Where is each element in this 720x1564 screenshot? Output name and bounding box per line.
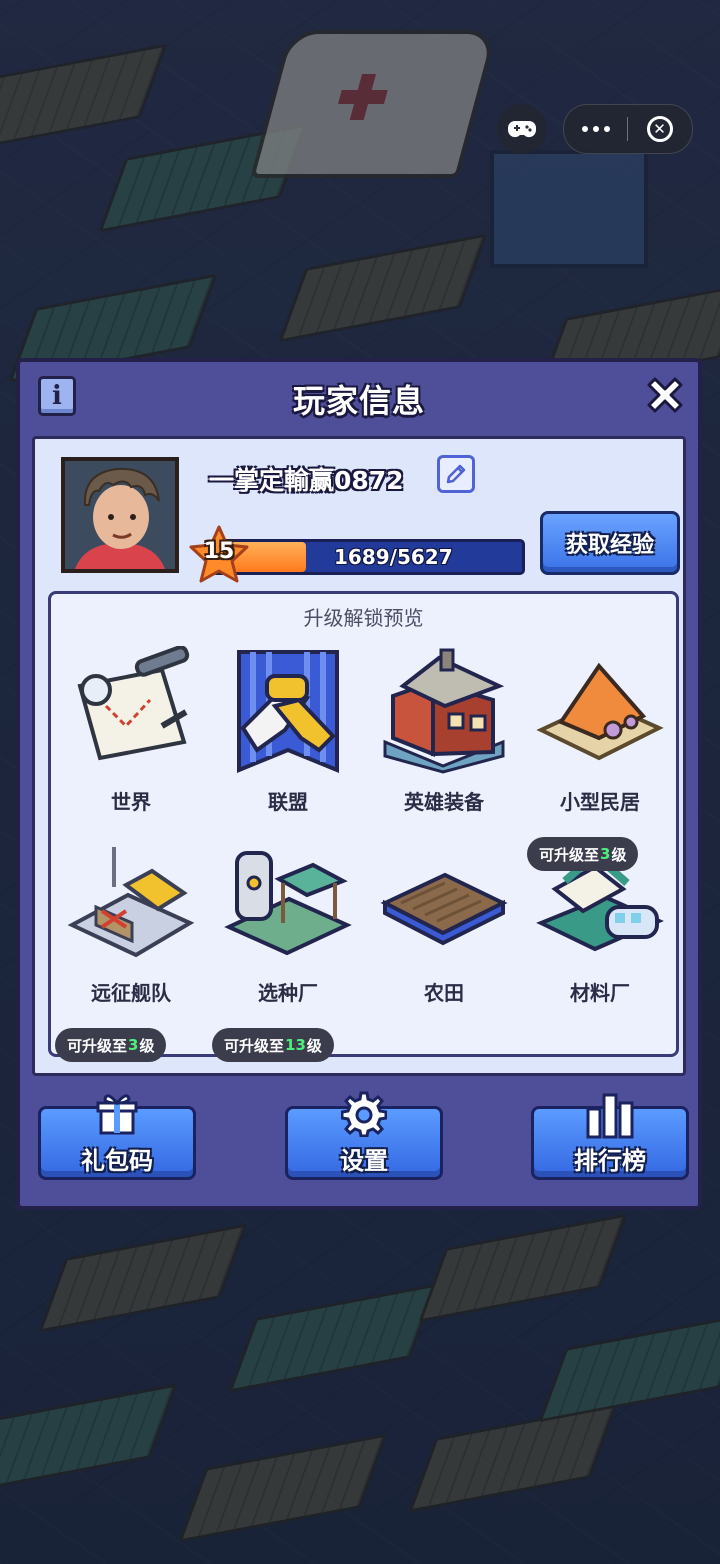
item-label: 世界 [111,790,151,814]
gamepad-icon[interactable] [497,104,547,154]
mini-program-capsule: ✕ [563,104,693,154]
unlock-item-small-house[interactable]: 小型民居 [525,646,675,816]
alliance-icon [237,650,339,773]
pencil-icon [446,464,466,484]
leaderboard-label: 排行榜 [574,1147,646,1175]
item-label: 小型民居 [560,790,640,814]
player-name: 一掌定輸赢0872 [209,466,404,495]
seed-factory-icon [224,851,352,956]
upgrade-level-badge: 可升级至 13 级 [212,1028,334,1062]
exit-mini-program-button[interactable]: ✕ [628,105,691,153]
world-map-icon [77,646,190,761]
gift-code-label: 礼包码 [81,1147,153,1175]
settings-label: 设置 [340,1147,388,1175]
gear-icon [341,1091,387,1137]
unlock-item-seed-factory[interactable]: 选种厂 [213,837,363,1007]
gift-code-button[interactable]: 礼包码 [38,1094,196,1180]
settings-button[interactable]: 设置 [285,1091,443,1180]
close-circle-icon: ✕ [646,116,673,142]
unlock-item-world[interactable]: 世界 [56,646,206,816]
preview-title: 升级解锁预览 [303,606,424,630]
get-experience-button[interactable]: 获取经验 [540,511,680,575]
item-label: 材料厂 [570,981,630,1005]
gift-icon [96,1094,138,1135]
upgrade-level-badge: 可升级至 3 级 [527,837,639,871]
item-label: 联盟 [268,790,308,814]
leaderboard-button[interactable]: 排行榜 [531,1093,689,1180]
player-info-panel: i 玩家信息 一掌定輸赢0872 1689/5627 15 获取经验 升级解锁预… [16,358,702,1210]
player-level: 15 [203,539,235,564]
more-options-icon[interactable] [564,105,627,153]
item-label: 选种厂 [258,981,318,1005]
experience-text: 1689/5627 [334,545,453,569]
unlock-item-alliance[interactable]: 联盟 [213,646,363,816]
item-label: 英雄装备 [404,790,484,814]
small-house-icon [536,662,664,761]
unlock-item-hero-equipment[interactable]: 英雄装备 [369,646,519,816]
player-card: 一掌定輸赢0872 1689/5627 15 获取经验 升级解锁预览 世界 联盟… [32,436,686,1076]
edit-name-button[interactable] [437,455,475,493]
close-button[interactable] [638,368,692,422]
experience-bar: 1689/5627 [211,539,525,575]
item-label: 农田 [424,981,464,1005]
expedition-fleet-icon [67,847,195,958]
avatar[interactable] [61,457,179,573]
panel-title: 玩家信息 [292,382,425,420]
panel-header: i 玩家信息 [20,362,698,434]
unlock-item-farmland[interactable]: 农田 [369,837,519,1007]
upgrade-unlock-preview: 升级解锁预览 世界 联盟 英雄装备 小型民居 远征舰队 选种厂 农田 材料厂 可… [48,591,679,1062]
leaderboard-icon [586,1093,634,1139]
unlock-item-expedition-fleet[interactable]: 远征舰队 [56,837,206,1007]
upgrade-level-badge: 可升级至 3 级 [55,1028,167,1062]
farmland-icon [380,872,508,946]
item-label: 远征舰队 [91,981,171,1005]
hero-equipment-icon [383,648,505,774]
close-icon [647,377,683,413]
